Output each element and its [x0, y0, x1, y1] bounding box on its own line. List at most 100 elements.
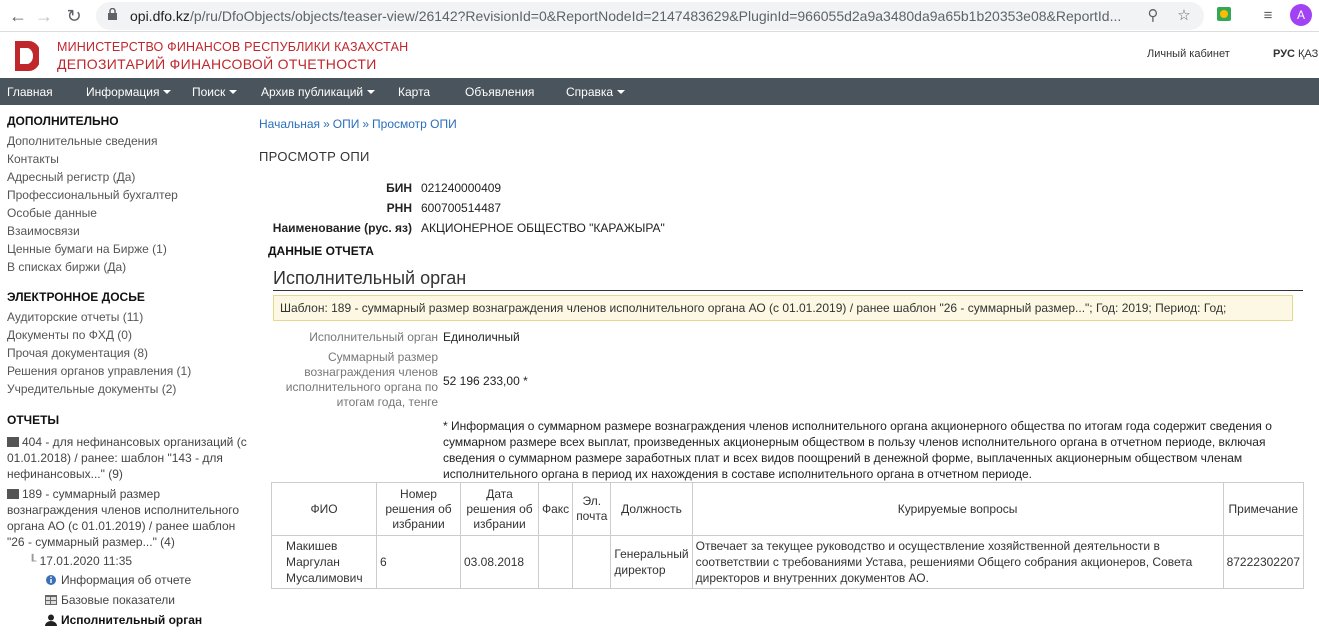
reading-list-icon[interactable]: ≡ [1258, 6, 1278, 26]
extension-icon[interactable] [1214, 6, 1234, 26]
url-path: /p/ru/DfoObjects/objects/teaser-view/261… [189, 8, 1122, 24]
nav-map[interactable]: Карта [398, 85, 430, 99]
report-data-heading: ДАННЫЕ ОТЧЕТА [268, 244, 374, 258]
bookmark-star-icon[interactable]: ☆ [1174, 6, 1194, 26]
caret-down-icon [229, 90, 238, 94]
lang-ru[interactable]: РУС [1273, 48, 1295, 60]
col-header-fax: Факс [537, 482, 574, 536]
col-header-decision-number: Номер решения об избрании [376, 482, 461, 536]
col-header-decision-date: Дата решения об избрании [460, 482, 539, 536]
total-remuneration-value: 52 196 233,00 * [443, 374, 528, 388]
person-icon [45, 614, 57, 626]
sidebar-heading-dossier: ЭЛЕКТРОННОЕ ДОСЬЕ [7, 290, 145, 304]
total-remuneration-label: Суммарный размер вознаграждения членов и… [285, 350, 438, 409]
sidebar-link[interactable]: Адресный регистр (Да) [7, 170, 135, 184]
browser-toolbar: ← → ↻ opi.dfo.kz/p/ru/DfoObjects/objects… [0, 0, 1319, 32]
bin-value: 021240000409 [421, 181, 502, 195]
rnn-value: 600700514487 [421, 201, 502, 215]
nav-home[interactable]: Главная [7, 85, 53, 99]
sidebar-link[interactable]: Взаимосвязи [7, 224, 80, 238]
nav-help[interactable]: Справка [566, 85, 626, 99]
breadcrumb-home[interactable]: Начальная [259, 117, 320, 131]
table-icon [45, 595, 57, 605]
breadcrumb-separator: » [323, 117, 330, 131]
nav-archive[interactable]: Архив публикаций [261, 85, 376, 99]
breadcrumb: Начальная» ОПИ» Просмотр ОПИ [259, 117, 457, 131]
sidebar-link[interactable]: Документы по ФХД (0) [7, 328, 132, 342]
cell-note: 87222302207 [1222, 535, 1305, 589]
depositary-logo[interactable] [15, 41, 39, 71]
exec-body-label: Исполнительный орган [309, 330, 438, 344]
template-info-box: Шаблон: 189 - суммарный размер вознаграж… [273, 295, 1293, 321]
caret-down-icon [367, 90, 376, 94]
table-header-row: ФИО Номер решения об избрании Дата решен… [271, 482, 1305, 536]
page-title: ПРОСМОТР ОПИ [259, 149, 370, 164]
rnn-label: РНН [386, 201, 412, 215]
tree-date-node[interactable]: ┖ 17.01.2020 11:35 [29, 554, 132, 568]
tree-line-icon: ┖ [29, 554, 37, 568]
sidebar-link[interactable]: В списках биржи (Да) [7, 260, 126, 274]
site-name: ДЕПОЗИТАРИЙ ФИНАНСОВОЙ ОТЧЕТНОСТИ [57, 56, 377, 72]
nav-information[interactable]: Информация [86, 85, 172, 99]
tree-item-base-indicators[interactable]: Базовые показатели [45, 593, 175, 607]
profile-avatar[interactable]: A [1290, 4, 1312, 26]
tree-item-executive-body[interactable]: Исполнительный орган [45, 613, 202, 627]
bin-label: БИН [386, 181, 412, 195]
exec-body-value: Единоличный [443, 330, 520, 344]
url-host: opi.dfo.kz [130, 8, 190, 24]
report-icon [7, 437, 19, 447]
sidebar-link[interactable]: Дополнительные сведения [7, 134, 157, 148]
nav-search[interactable]: Поиск [192, 85, 238, 99]
cell-decision-date: 03.08.2018 [460, 535, 539, 589]
sidebar-link[interactable]: Аудиторские отчеты (11) [7, 310, 143, 324]
cell-fax [537, 535, 574, 589]
lock-icon [108, 8, 117, 20]
col-header-email: Эл. почта [572, 482, 612, 536]
table-row: Макишев Маргулан Мусалимович 6 03.08.201… [271, 535, 1305, 589]
main-nav: Главная Информация Поиск Архив публикаци… [0, 78, 1319, 105]
reload-icon[interactable]: ↻ [64, 6, 84, 26]
executive-body-title: Исполнительный орган [273, 268, 467, 288]
tree-item-report-info[interactable]: Информация об отчете [45, 573, 191, 587]
sidebar-link[interactable]: Профессиональный бухгалтер [7, 188, 178, 202]
sidebar-link[interactable]: Прочая документация (8) [7, 346, 148, 360]
cell-name: Макишев Маргулан Мусалимович [271, 535, 377, 589]
sidebar-link[interactable]: Ценные бумаги на Бирже (1) [7, 242, 167, 256]
sidebar-heading-reports: ОТЧЕТЫ [7, 413, 60, 427]
info-icon [46, 575, 56, 585]
cell-position: Генеральный директор [610, 535, 693, 589]
url-text[interactable]: opi.dfo.kz/p/ru/DfoObjects/objects/tease… [130, 8, 1130, 24]
personal-cabinet-link[interactable]: Личный кабинет [1147, 48, 1230, 60]
title-divider [273, 290, 1303, 291]
col-header-name: ФИО [271, 482, 377, 536]
sidebar-report-404[interactable]: 404 - для нефинансовых организаций (с 01… [7, 434, 247, 482]
forward-icon[interactable]: → [34, 6, 54, 26]
cell-email [572, 535, 612, 589]
breadcrumb-opi[interactable]: ОПИ [333, 117, 360, 131]
cell-decision-number: 6 [376, 535, 461, 589]
language-switch: РУС ҚАЗ [1273, 48, 1318, 60]
executive-members-table: ФИО Номер решения об избрании Дата решен… [271, 482, 1305, 589]
sidebar-link[interactable]: Решения органов управления (1) [7, 364, 191, 378]
back-icon[interactable]: ← [8, 6, 28, 26]
sidebar-heading-additional: ДОПОЛНИТЕЛЬНО [7, 114, 119, 128]
col-header-responsibilities: Курируемые вопросы [691, 482, 1224, 536]
caret-down-icon [163, 90, 172, 94]
sidebar-link[interactable]: Особые данные [7, 206, 97, 220]
sidebar-report-189[interactable]: 189 - суммарный размер вознаграждения чл… [7, 486, 247, 550]
company-name-value: АКЦИОНЕРНОЕ ОБЩЕСТВО "КАРАЖЫРА" [421, 221, 665, 235]
sidebar-link[interactable]: Учредительные документы (2) [7, 382, 176, 396]
breadcrumb-current[interactable]: Просмотр ОПИ [372, 117, 457, 131]
lang-kz[interactable]: ҚАЗ [1298, 48, 1318, 60]
breadcrumb-separator: » [362, 117, 370, 131]
col-header-position: Должность [610, 482, 693, 536]
caret-down-icon [617, 90, 626, 94]
cell-responsibilities: Отвечает за текущее руководство и осущес… [691, 535, 1224, 589]
report-icon [7, 489, 19, 499]
col-header-note: Примечание [1222, 482, 1305, 536]
sidebar-link[interactable]: Контакты [7, 152, 59, 166]
ministry-name: МИНИСТЕРСТВО ФИНАНСОВ РЕСПУБЛИКИ КАЗАХСТ… [57, 40, 409, 54]
remuneration-footnote: * Информация о суммарном размере вознагр… [443, 419, 1272, 481]
nav-announcements[interactable]: Объявления [465, 85, 534, 99]
zoom-icon[interactable]: ⚲ [1143, 6, 1163, 26]
